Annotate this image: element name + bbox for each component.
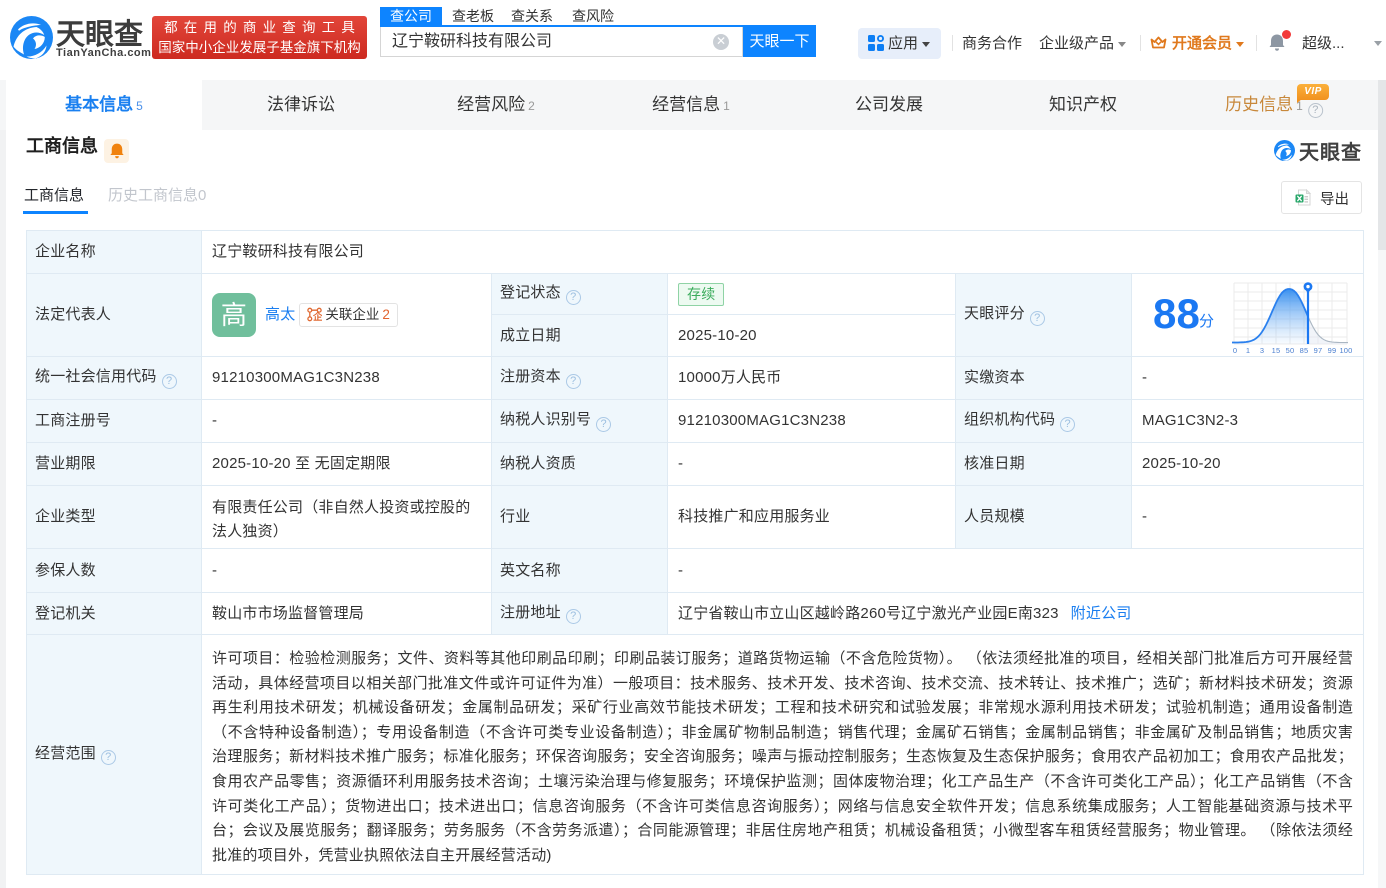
svg-text:15: 15: [1272, 346, 1281, 355]
svg-text:企: 企: [312, 311, 322, 322]
svg-text:99: 99: [1328, 346, 1337, 355]
svg-text:100: 100: [1339, 346, 1352, 355]
svg-text:3: 3: [1260, 346, 1264, 355]
svg-text:97: 97: [1314, 346, 1323, 355]
svg-text:1: 1: [1246, 346, 1250, 355]
svg-text:0: 0: [1233, 346, 1237, 355]
svg-text:85: 85: [1300, 346, 1309, 355]
svg-text:50: 50: [1286, 346, 1295, 355]
